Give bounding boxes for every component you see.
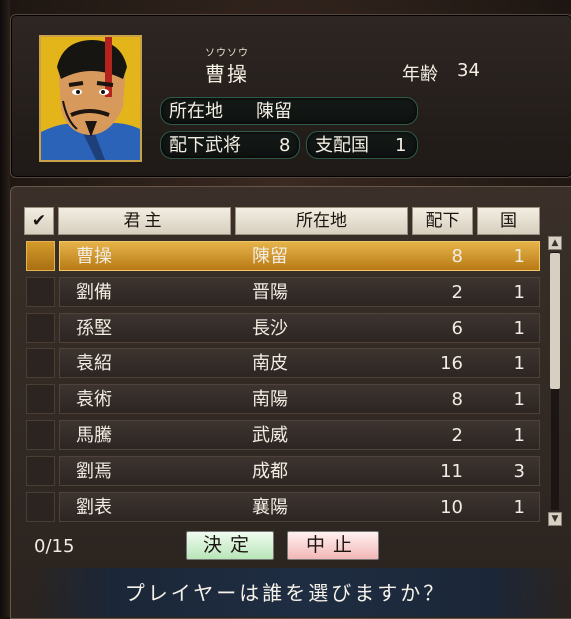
row-body[interactable]: 袁術 南陽 8 1: [59, 384, 540, 414]
row-location: 成都: [252, 461, 288, 482]
row-ruler: 孫堅: [76, 318, 112, 339]
row-location: 南皮: [252, 353, 288, 374]
row-ruler: 袁紹: [76, 353, 112, 374]
table-row[interactable]: 袁術 南陽 8 1: [26, 384, 540, 414]
row-subordinates: 8: [451, 389, 463, 410]
row-location: 襄陽: [252, 497, 288, 518]
generals-field: 配下武将 8: [160, 131, 300, 159]
row-body[interactable]: 劉備 晋陽 2 1: [59, 277, 540, 307]
scroll-thumb[interactable]: [550, 253, 560, 389]
generals-label: 配下武将: [169, 135, 241, 156]
row-checkbox[interactable]: [26, 277, 55, 307]
location-field: 所在地 陳留: [160, 97, 418, 125]
row-subordinates: 16: [440, 353, 463, 374]
table-row[interactable]: 曹操 陳留 8 1: [26, 241, 540, 271]
location-label: 所在地: [169, 101, 223, 122]
row-body[interactable]: 袁紹 南皮 16 1: [59, 348, 540, 378]
header-subordinates[interactable]: 配下: [412, 207, 473, 235]
row-checkbox[interactable]: [26, 456, 55, 486]
list-scrollbar[interactable]: ▲ ▼: [548, 236, 562, 526]
table-row[interactable]: 劉表 襄陽 10 1: [26, 492, 540, 522]
row-location: 南陽: [252, 389, 288, 410]
ruler-portrait: [39, 35, 142, 162]
row-ruler: 劉表: [76, 497, 112, 518]
left-frame: [0, 0, 10, 617]
row-ruler: 曹操: [76, 246, 112, 267]
row-subordinates: 10: [440, 497, 463, 518]
row-location: 晋陽: [252, 282, 288, 303]
row-provinces: 1: [513, 353, 525, 374]
row-checkbox[interactable]: [26, 348, 55, 378]
row-provinces: 3: [513, 461, 525, 482]
row-subordinates: 8: [451, 246, 463, 267]
provinces-label: 支配国: [315, 135, 369, 156]
row-checkbox[interactable]: [26, 241, 55, 271]
row-body[interactable]: 馬騰 武威 2 1: [59, 420, 540, 450]
table-row[interactable]: 袁紹 南皮 16 1: [26, 348, 540, 378]
ok-button[interactable]: 決定: [186, 531, 274, 560]
selection-count: 0/15: [34, 536, 75, 557]
age-label: 年齢: [402, 64, 438, 85]
row-provinces: 1: [513, 318, 525, 339]
location-value: 陳留: [256, 101, 292, 122]
row-location: 長沙: [252, 318, 288, 339]
row-ruler: 袁術: [76, 389, 112, 410]
row-body[interactable]: 劉焉 成都 11 3: [59, 456, 540, 486]
row-checkbox[interactable]: [26, 492, 55, 522]
row-location: 陳留: [252, 246, 288, 267]
row-location: 武威: [252, 425, 288, 446]
row-provinces: 1: [513, 389, 525, 410]
generals-value: 8: [279, 135, 291, 156]
row-subordinates: 6: [451, 318, 463, 339]
table-row[interactable]: 劉焉 成都 11 3: [26, 456, 540, 486]
scroll-down-icon[interactable]: ▼: [548, 512, 562, 526]
prompt-text: プレイヤーは誰を選びますか？: [124, 581, 447, 605]
row-subordinates: 11: [440, 461, 463, 482]
portrait-image: [41, 37, 140, 160]
row-ruler: 馬騰: [76, 425, 112, 446]
row-body[interactable]: 孫堅 長沙 6 1: [59, 313, 540, 343]
header-provinces[interactable]: 国: [477, 207, 540, 235]
cancel-button[interactable]: 中止: [287, 531, 379, 560]
table-row[interactable]: 劉備 晋陽 2 1: [26, 277, 540, 307]
row-body[interactable]: 劉表 襄陽 10 1: [59, 492, 540, 522]
age-value: 34: [457, 60, 480, 81]
provinces-value: 1: [395, 135, 407, 156]
row-checkbox[interactable]: [26, 384, 55, 414]
name-ruby: ソウソウ: [205, 48, 249, 59]
table-row[interactable]: 孫堅 長沙 6 1: [26, 313, 540, 343]
row-provinces: 1: [513, 425, 525, 446]
row-provinces: 1: [513, 282, 525, 303]
row-checkbox[interactable]: [26, 313, 55, 343]
header-location[interactable]: 所在地: [235, 207, 408, 235]
row-provinces: 1: [513, 246, 525, 267]
row-ruler: 劉備: [76, 282, 112, 303]
row-body[interactable]: 曹操 陳留 8 1: [59, 241, 540, 271]
row-checkbox[interactable]: [26, 420, 55, 450]
scroll-up-icon[interactable]: ▲: [548, 236, 562, 250]
row-provinces: 1: [513, 497, 525, 518]
row-ruler: 劉焉: [76, 461, 112, 482]
ruler-name: 曹操: [205, 62, 249, 86]
header-check[interactable]: ✔: [24, 207, 54, 235]
row-subordinates: 2: [451, 282, 463, 303]
row-subordinates: 2: [451, 425, 463, 446]
provinces-field: 支配国 1: [306, 131, 418, 159]
header-ruler[interactable]: 君主: [58, 207, 231, 235]
table-row[interactable]: 馬騰 武威 2 1: [26, 420, 540, 450]
